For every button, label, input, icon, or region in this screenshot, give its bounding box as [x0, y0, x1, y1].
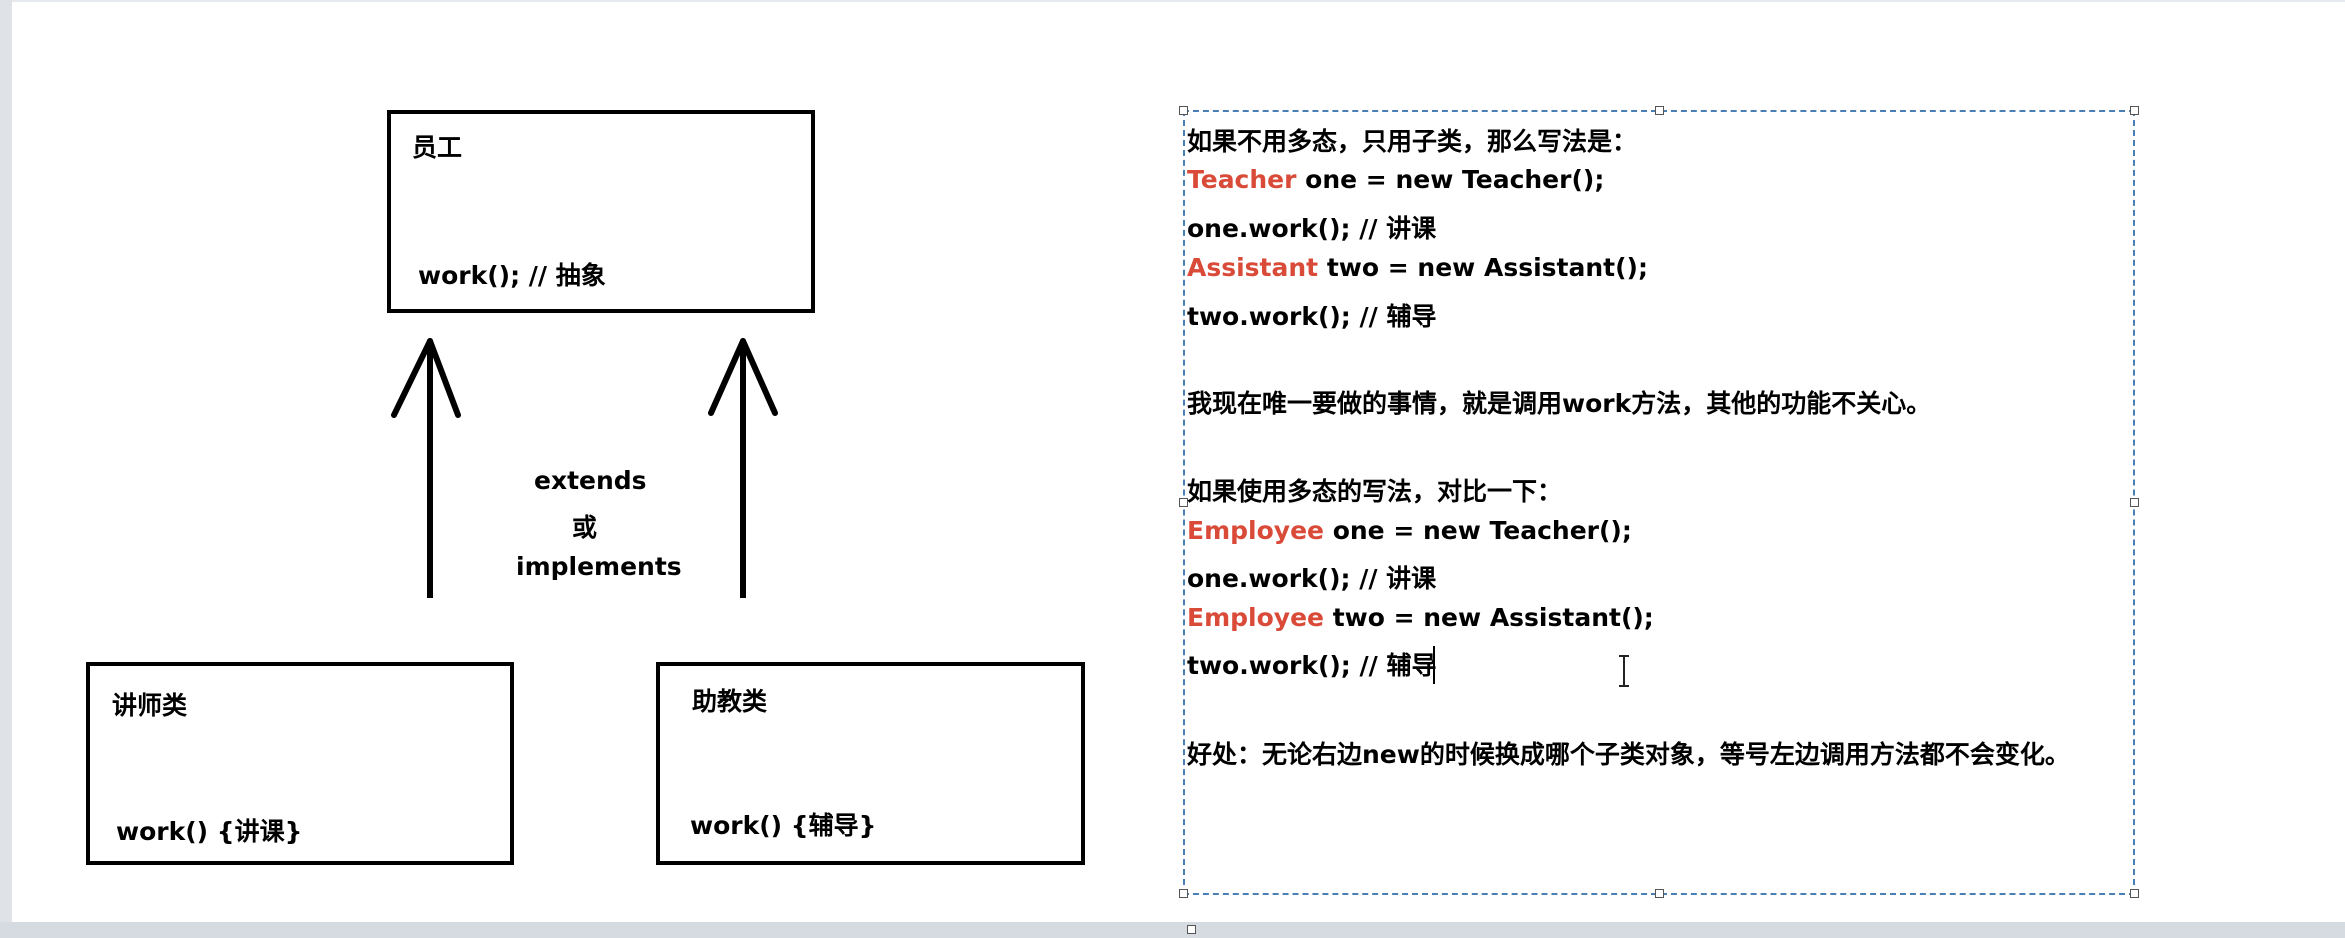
employee-work-method: work(); // 抽象 — [418, 261, 606, 290]
keyword-assistant: Assistant — [1187, 253, 1319, 282]
resize-handle-bottom-right[interactable] — [2130, 889, 2139, 898]
assistant-class-title: 助教类 — [692, 687, 768, 716]
code-rest: one = new Teacher(); — [1296, 165, 1605, 194]
left-inheritance-arrow — [391, 338, 461, 598]
relation-extends-label: extends — [534, 466, 647, 495]
canvas-left-border — [0, 0, 12, 938]
resize-handle-top-left[interactable] — [1179, 106, 1188, 115]
note-line-two-work-2: two.work(); // 辅导 — [1187, 651, 1437, 680]
keyword-teacher: Teacher — [1187, 165, 1297, 194]
right-inheritance-arrow — [708, 338, 778, 598]
resize-handle-top-right[interactable] — [2130, 106, 2139, 115]
resize-handle-bottom-middle[interactable] — [1655, 889, 1664, 898]
note-line-teacher-decl: Teacher one = new Teacher(); — [1187, 165, 1604, 194]
note-line-employee-one-decl: Employee one = new Teacher(); — [1187, 516, 1632, 545]
code-rest: two = new Assistant(); — [1318, 253, 1648, 282]
resize-handle-middle-right[interactable] — [2130, 498, 2139, 507]
teacher-work-method: work() {讲课} — [116, 817, 303, 846]
note-line-intro: 如果不用多态，只用子类，那么写法是： — [1187, 127, 1638, 156]
code-rest: two = new Assistant(); — [1323, 603, 1654, 632]
note-line-one-work-2: one.work(); // 讲课 — [1187, 564, 1437, 593]
note-line-employee-two-decl: Employee two = new Assistant(); — [1187, 603, 1654, 632]
teacher-class-title: 讲师类 — [112, 691, 188, 720]
canvas-top-border — [0, 0, 2345, 2]
note-line-one-work: one.work(); // 讲课 — [1187, 214, 1437, 243]
resize-handle-bottom-left[interactable] — [1179, 889, 1188, 898]
relation-implements-label: implements — [516, 552, 682, 581]
assistant-work-method: work() {辅导} — [690, 811, 877, 840]
note-line-benefit: 好处：无论右边new的时候换成哪个子类对象，等号左边调用方法都不会变化。 — [1187, 740, 2070, 769]
rotate-handle[interactable] — [1187, 925, 1196, 934]
note-line-purpose: 我现在唯一要做的事情，就是调用work方法，其他的功能不关心。 — [1187, 389, 1932, 418]
canvas-bottom-border — [0, 922, 2345, 938]
relation-or-label: 或 — [572, 513, 598, 542]
note-line-two-work: two.work(); // 辅导 — [1187, 302, 1437, 331]
resize-handle-top-middle[interactable] — [1655, 106, 1664, 115]
keyword-employee: Employee — [1187, 603, 1324, 632]
keyword-employee: Employee — [1187, 516, 1324, 545]
code-rest: one = new Teacher(); — [1323, 516, 1632, 545]
note-line-polymorphism-intro: 如果使用多态的写法，对比一下： — [1187, 477, 1563, 506]
text-cursor-icon — [1619, 655, 1629, 687]
text-caret — [1433, 646, 1435, 684]
employee-class-title: 员工 — [412, 133, 463, 162]
note-line-assistant-decl: Assistant two = new Assistant(); — [1187, 253, 1648, 282]
